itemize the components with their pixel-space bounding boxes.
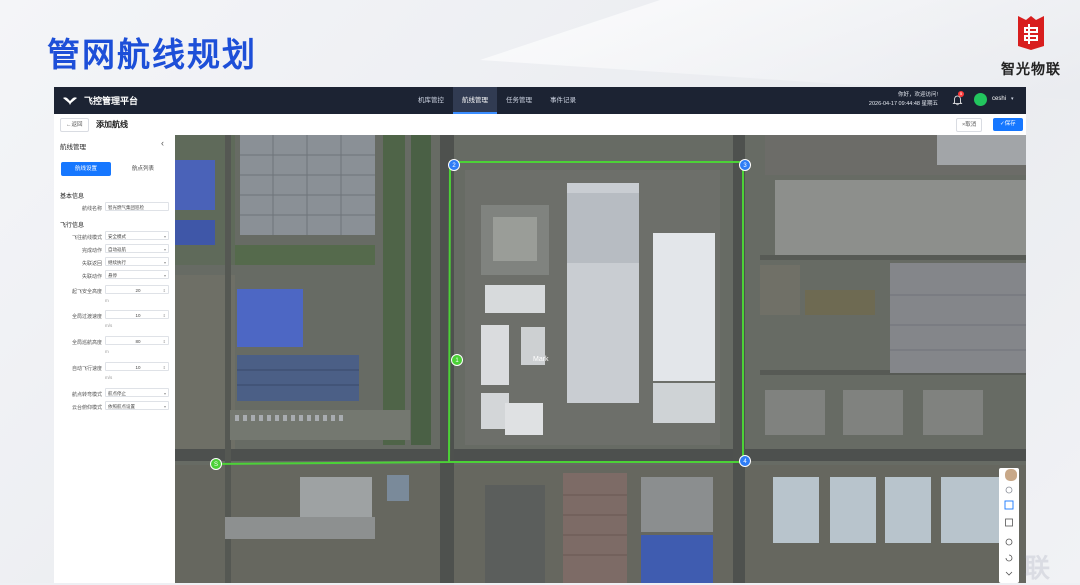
brand: 智光物联 bbox=[996, 14, 1066, 79]
chevron-down-icon: ▾ bbox=[163, 234, 166, 239]
cruise-height-stepper[interactable]: 80 ⇕ bbox=[105, 336, 169, 345]
field-label: 自动飞行速度 bbox=[71, 366, 102, 372]
nav-events[interactable]: 事件记录 bbox=[541, 87, 585, 114]
field-label: 云台俯仰模式 bbox=[71, 405, 102, 411]
takeoff-height-stepper[interactable]: 20 ⇕ bbox=[105, 285, 169, 294]
stepper-arrows-icon[interactable]: ⇕ bbox=[163, 311, 166, 320]
select-value: 继续执行 bbox=[108, 260, 126, 265]
field-label: 完成动作 bbox=[81, 248, 102, 254]
grid-icon[interactable] bbox=[1005, 518, 1013, 527]
notification-badge: 5 bbox=[958, 91, 964, 97]
waypoint-start-label: S bbox=[214, 462, 218, 468]
field-label: 全局过渡速度 bbox=[71, 314, 102, 320]
route-settings-panel: 航线管理 ‹ 航线设置 航点列表 基本信息 航线名称 智光燃气集团巡检 飞行信息… bbox=[54, 135, 176, 583]
field-label: 航点转弯模式 bbox=[71, 392, 102, 398]
unit-label: m/s bbox=[105, 323, 113, 328]
chevron-down-icon: ▾ bbox=[163, 247, 166, 252]
datetime-text: 2026-04-17 09:44:48 星期五 bbox=[868, 101, 938, 107]
chevron-down-icon[interactable] bbox=[1005, 571, 1013, 576]
avatar[interactable] bbox=[974, 93, 987, 106]
map-tools bbox=[1004, 486, 1014, 576]
greeting-block: 你好，欢迎访问! 2026-04-17 09:44:48 星期五 bbox=[854, 91, 938, 109]
lost-link-return-select[interactable]: 继续执行 ▾ bbox=[105, 257, 169, 266]
field-label: 全局巡航高度 bbox=[71, 340, 102, 346]
chevron-left-icon[interactable]: ‹ bbox=[161, 138, 164, 148]
stepper-arrows-icon[interactable]: ⇕ bbox=[163, 286, 166, 295]
greeting-text: 你好，欢迎访问! bbox=[897, 92, 938, 98]
chevron-down-icon: ▾ bbox=[163, 391, 166, 396]
brand-logo-icon bbox=[1018, 16, 1044, 50]
satellite-map[interactable]: 2 3 4 1 S Mark bbox=[175, 135, 1026, 583]
chevron-down-icon: ▾ bbox=[163, 273, 166, 278]
lost-link-action-select[interactable]: 悬停 ▾ bbox=[105, 270, 169, 279]
field-label: 飞往航线模式 bbox=[71, 235, 102, 241]
app-title: 飞控管理平台 bbox=[84, 96, 139, 106]
select-value: 航点停止 bbox=[108, 391, 126, 396]
route-name-input[interactable]: 智光燃气集团巡检 bbox=[105, 202, 169, 211]
save-button[interactable]: ✓保存 bbox=[993, 118, 1023, 131]
transition-speed-stepper[interactable]: 10 ⇕ bbox=[105, 310, 169, 319]
map-canvas[interactable]: 2 3 4 1 S Mark bbox=[175, 135, 1026, 583]
brand-name: 智光物联 bbox=[1001, 61, 1061, 77]
back-button[interactable]: ←返回 bbox=[60, 118, 89, 132]
field-label: 失联返回 bbox=[81, 261, 102, 267]
drone-icon bbox=[63, 96, 77, 105]
cancel-button[interactable]: ×取消 bbox=[956, 118, 983, 132]
stepper-value: 80 bbox=[135, 339, 141, 344]
tab-route-settings[interactable]: 航线设置 bbox=[61, 162, 111, 176]
stepper-arrows-icon[interactable]: ⇕ bbox=[163, 337, 166, 346]
locate-icon[interactable] bbox=[1005, 486, 1013, 494]
stepper-value: 10 bbox=[135, 313, 141, 318]
stepper-value: 10 bbox=[135, 365, 141, 370]
nav-hangar[interactable]: 机库管控 bbox=[409, 87, 453, 114]
refresh-icon[interactable] bbox=[1005, 554, 1013, 562]
nav-routes[interactable]: 航线管理 bbox=[453, 87, 497, 114]
route-mode-select[interactable]: 安全模式 ▾ bbox=[105, 231, 169, 240]
unit-label: m/s bbox=[105, 375, 113, 380]
user-avatar-icon[interactable] bbox=[1004, 468, 1018, 482]
nav-tasks[interactable]: 任务管理 bbox=[497, 87, 541, 114]
select-value: 悬停 bbox=[108, 273, 117, 278]
section-flight-info: 飞行信息 bbox=[60, 223, 85, 229]
page-header: ←返回 添加航线 ×取消 ✓保存 bbox=[54, 114, 1026, 136]
username[interactable]: ceshi bbox=[992, 96, 1006, 102]
chevron-down-icon: ▾ bbox=[163, 404, 166, 409]
top-navbar: 飞控管理平台 机库管控 航线管理 任务管理 事件记录 你好，欢迎访问! 2026… bbox=[54, 87, 1026, 114]
slide-title: 管网航线规划 bbox=[47, 36, 257, 73]
circle-tool-icon[interactable] bbox=[1005, 538, 1013, 546]
chevron-down-icon: ▾ bbox=[163, 260, 166, 265]
stepper-arrows-icon[interactable]: ⇕ bbox=[163, 363, 166, 372]
app-window: 飞控管理平台 机库管控 航线管理 任务管理 事件记录 你好，欢迎访问! 2026… bbox=[54, 87, 1026, 583]
unit-label: m bbox=[105, 349, 109, 354]
section-basic-info: 基本信息 bbox=[60, 194, 85, 200]
app-logo: 飞控管理平台 bbox=[62, 87, 138, 114]
main-nav: 机库管控 航线管理 任务管理 事件记录 bbox=[409, 87, 585, 114]
map-marker-label: Mark bbox=[533, 356, 549, 363]
finish-action-select[interactable]: 自动返航 ▾ bbox=[105, 244, 169, 253]
field-label: 航线名称 bbox=[81, 206, 102, 212]
stepper-value: 20 bbox=[135, 288, 141, 293]
layers-icon[interactable] bbox=[1004, 500, 1014, 510]
select-value: 安全模式 bbox=[108, 234, 126, 239]
field-label: 起飞安全高度 bbox=[71, 289, 102, 295]
turn-mode-select[interactable]: 航点停止 ▾ bbox=[105, 388, 169, 397]
field-label: 失联动作 bbox=[81, 274, 102, 280]
panel-title: 航线管理 bbox=[60, 144, 86, 151]
map-toolbox bbox=[999, 468, 1019, 583]
unit-label: m bbox=[105, 298, 109, 303]
tab-waypoint-list[interactable]: 航点列表 bbox=[118, 162, 168, 176]
watermark-text: 联 bbox=[1024, 553, 1051, 583]
page-title: 添加航线 bbox=[96, 120, 128, 129]
select-value: 自动返航 bbox=[108, 247, 126, 252]
select-value: 依照航点设置 bbox=[108, 404, 135, 409]
auto-speed-stepper[interactable]: 10 ⇕ bbox=[105, 362, 169, 371]
chevron-down-icon[interactable]: ▾ bbox=[1011, 96, 1014, 102]
gimbal-mode-select[interactable]: 依照航点设置 ▾ bbox=[105, 401, 169, 410]
